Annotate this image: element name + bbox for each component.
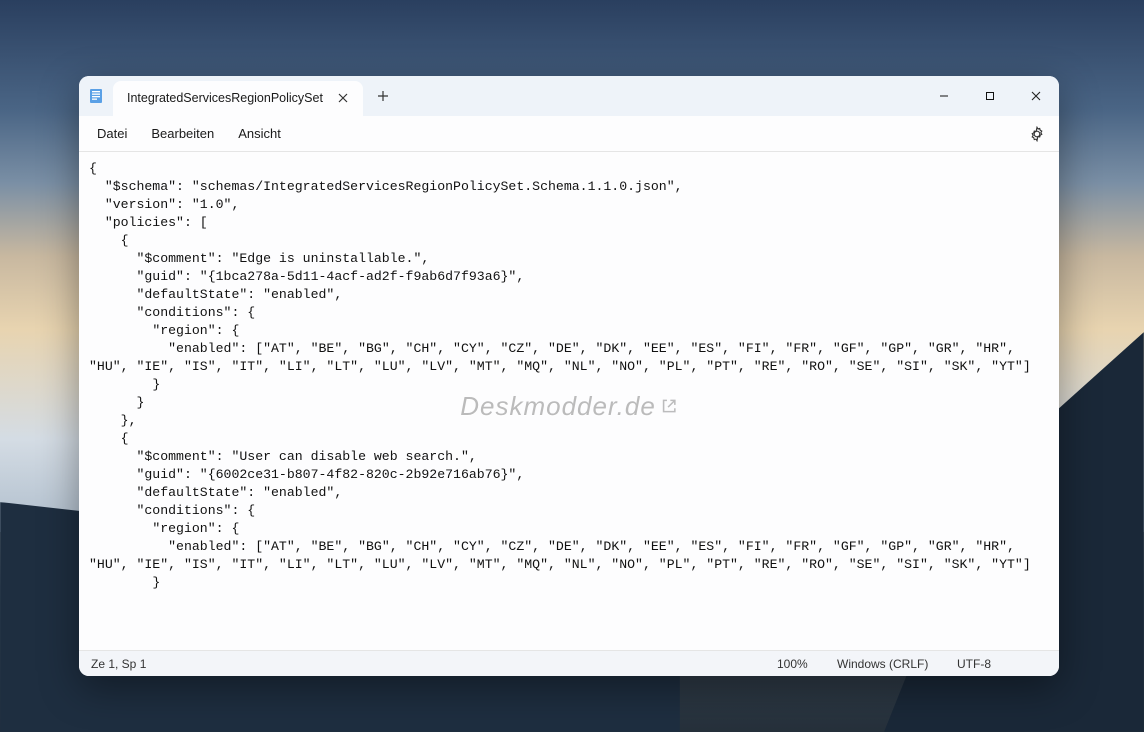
statusbar: Ze 1, Sp 1 100% Windows (CRLF) UTF-8 [79,650,1059,676]
menu-view[interactable]: Ansicht [228,122,291,145]
tab-active[interactable]: IntegratedServicesRegionPolicySet [113,81,363,116]
status-line-ending[interactable]: Windows (CRLF) [837,657,957,671]
titlebar[interactable]: IntegratedServicesRegionPolicySet [79,76,1059,116]
status-zoom[interactable]: 100% [777,657,837,671]
window-controls [921,76,1059,116]
app-icon [79,76,113,116]
notepad-window: IntegratedServicesRegionPolicySet Datei … [79,76,1059,676]
watermark-text: Deskmodder.de [460,397,656,415]
menu-file[interactable]: Datei [87,122,137,145]
new-tab-button[interactable] [363,76,403,116]
watermark: Deskmodder.de [460,397,678,415]
gear-icon [1029,126,1045,142]
menu-edit[interactable]: Bearbeiten [141,122,224,145]
tab-close-button[interactable] [333,88,353,108]
tab-title: IntegratedServicesRegionPolicySet [127,91,323,105]
text-editor[interactable]: { "$schema": "schemas/IntegratedServices… [79,152,1059,650]
status-encoding[interactable]: UTF-8 [957,657,1047,671]
minimize-button[interactable] [921,76,967,116]
external-link-icon [660,397,678,415]
status-position: Ze 1, Sp 1 [91,657,146,671]
settings-button[interactable] [1023,120,1051,148]
editor-content: { "$schema": "schemas/IntegratedServices… [89,161,1031,590]
menubar: Datei Bearbeiten Ansicht [79,116,1059,152]
close-button[interactable] [1013,76,1059,116]
maximize-button[interactable] [967,76,1013,116]
